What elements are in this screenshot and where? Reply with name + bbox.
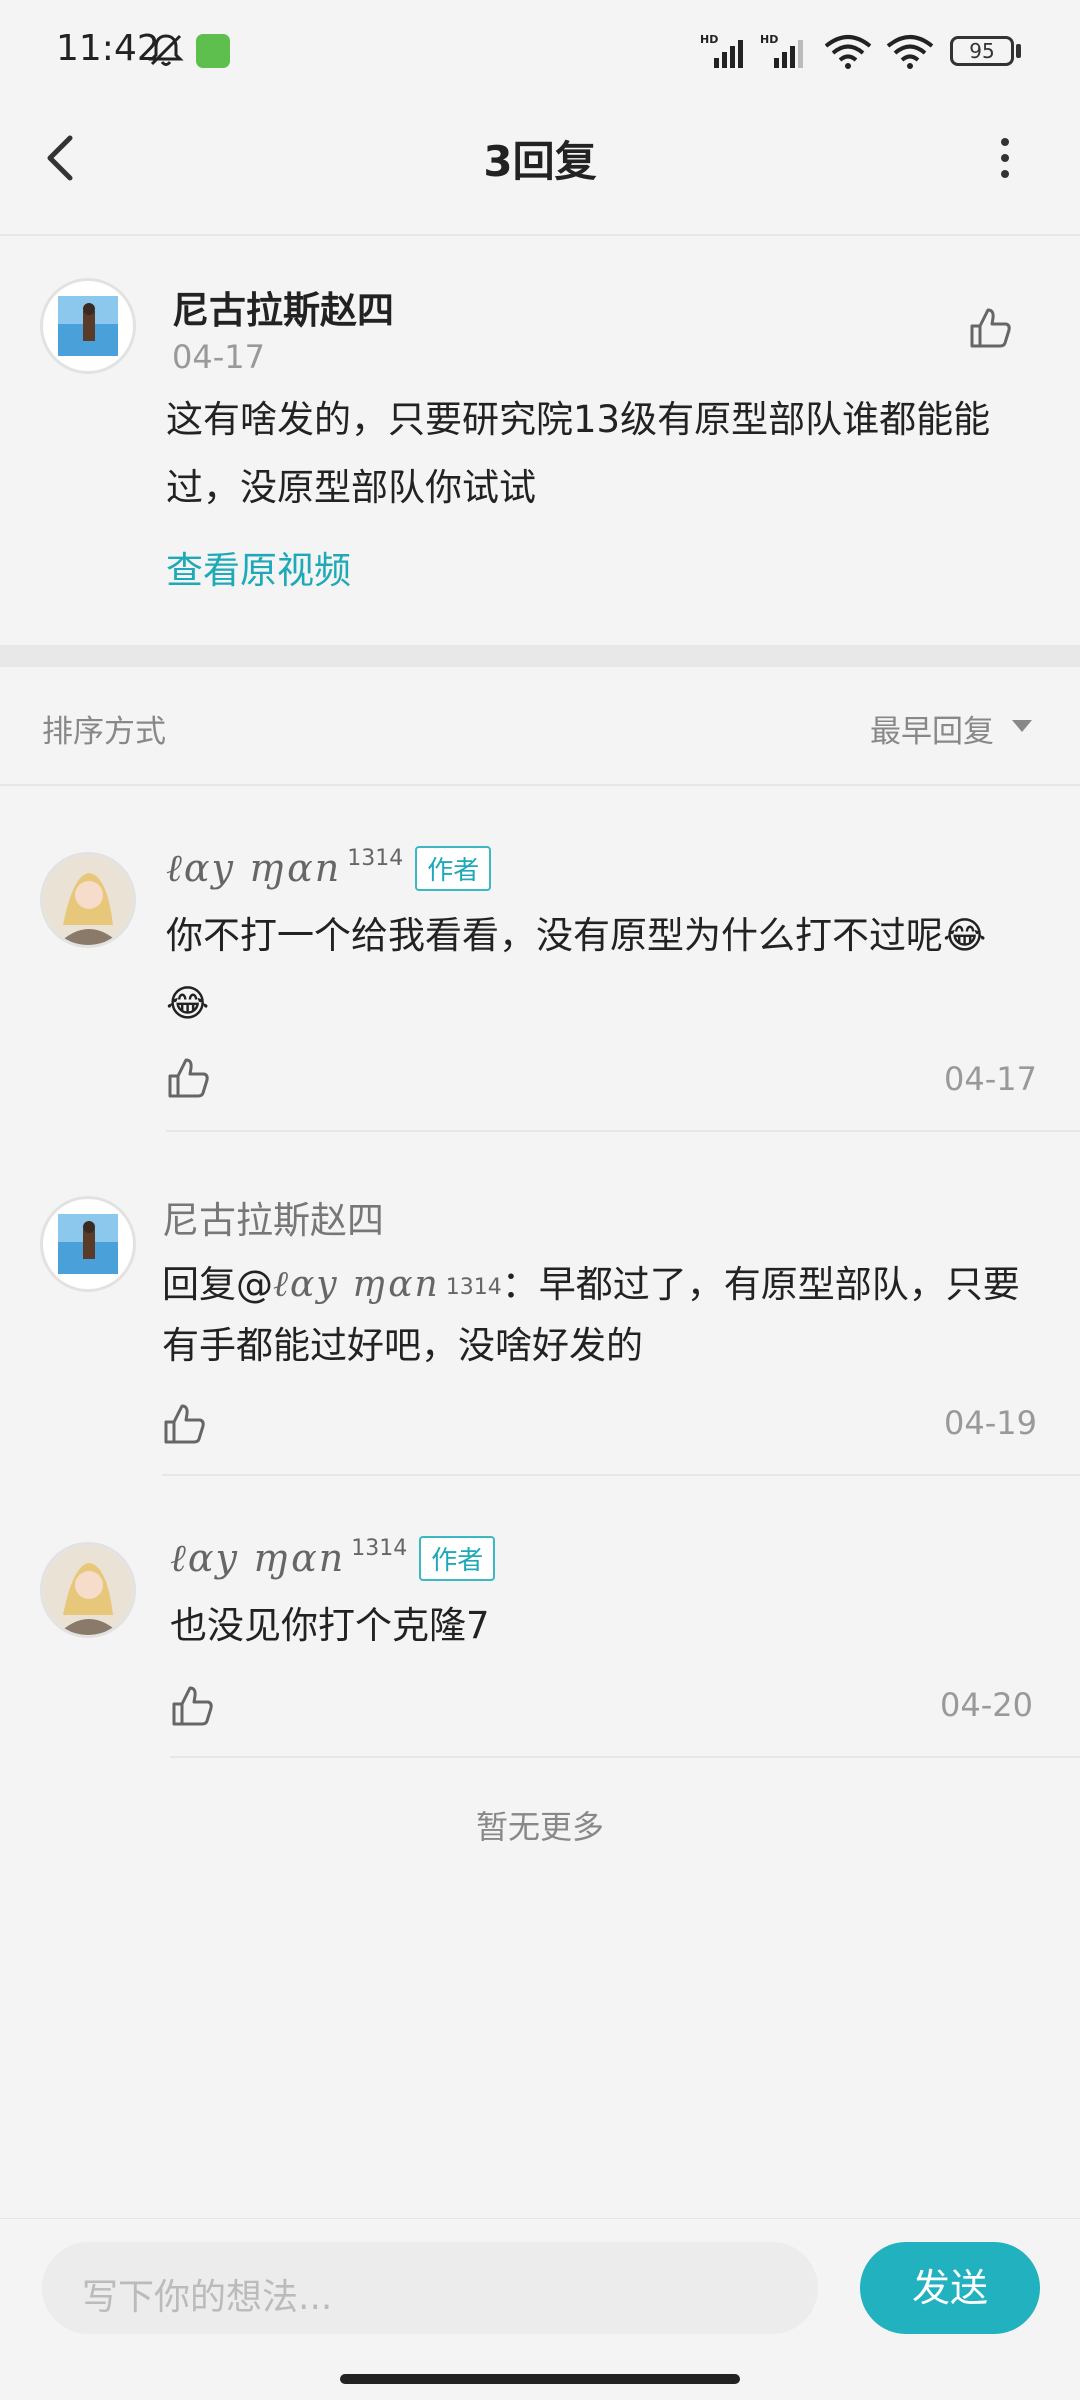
composer-divider [0,2218,1080,2219]
status-time: 11:42 [56,28,160,69]
battery-level: 95 [950,36,1014,66]
reply-suffix: ：早都过了，有原型部队，只要 [501,1263,1020,1306]
author-tag: 作者 [415,846,492,891]
sort-label: 排序方式 [42,714,166,750]
sort-divider [0,784,1080,786]
comment-date: 04-17 [172,338,265,376]
reply-author[interactable]: ℓαy ɱαn [166,846,341,891]
avatar[interactable] [40,278,136,374]
comment-text-line2: 过，没原型部队你试试 [166,466,536,509]
like-icon[interactable] [166,1056,210,1100]
app-notification-icon [196,34,230,68]
page-title: 3回复 [483,137,597,186]
reply-avatar[interactable] [40,1196,136,1292]
reply-prefix: 回复@ [162,1263,273,1306]
reply-author-sup: 1314 [351,1536,408,1561]
reply-date: 04-17 [944,1060,1037,1098]
like-icon[interactable] [170,1684,214,1728]
reply-date: 04-20 [940,1686,1033,1724]
comment-text-line1: 这有啥发的，只要研究院13级有原型部队谁都能能 [166,398,991,441]
no-more-text: 暂无更多 [475,1808,604,1846]
comment-input-placeholder: 写下你的想法... [82,2277,333,2318]
section-gap [0,645,1080,667]
battery-nub [1016,44,1021,58]
reply-avatar[interactable] [40,1542,136,1638]
reply-author-row: ℓαy ɱαn 1314 作者 [166,846,492,891]
reply-author-row: ℓαy ɱαn 1314 作者 [170,1536,496,1581]
signal-icon: HD [700,33,743,68]
header-divider [0,234,1080,236]
avatar-image [43,1545,133,1635]
wifi-icon-2 [886,35,934,69]
reply-divider [166,1130,1080,1132]
reply-text-line1: 也没见你打个克隆7 [170,1604,490,1647]
view-original-video-link[interactable]: 查看原视频 [166,540,351,594]
more-options-icon[interactable] [990,136,1020,180]
reply-divider [170,1756,1080,1758]
reply-text-line1: 回复@ ℓαy ɱαn 1314 ：早都过了，有原型部队，只要 [162,1248,1020,1322]
reply-text-line2: 😂 [166,982,210,1025]
signal-hd-label-2: HD [760,33,778,46]
comment-author[interactable]: 尼古拉斯赵四 [172,280,394,334]
mention-name[interactable]: ℓαy ɱαn [273,1251,440,1319]
signal-icon-2: HD [760,33,803,68]
author-tag: 作者 [419,1536,496,1581]
avatar-image [58,1214,118,1274]
bell-muted-icon [148,34,184,66]
reply-author[interactable]: ℓαy ɱαn [170,1536,345,1581]
sort-dropdown[interactable]: 最早回复 [870,706,994,751]
like-icon[interactable] [162,1402,206,1446]
home-indicator[interactable] [340,2374,740,2384]
reply-date: 04-19 [944,1404,1037,1442]
reply-text-line2: 有手都能过好吧，没啥好发的 [162,1324,643,1367]
chevron-down-icon[interactable] [1012,720,1032,732]
signal-hd-label: HD [700,33,718,46]
avatar-image [43,855,133,945]
reply-divider [162,1474,1080,1476]
send-button[interactable]: 发送 [860,2242,1040,2334]
reply-text-line1: 你不打一个给我看看，没有原型为什么打不过呢😂 [166,914,987,957]
wifi-icon [824,35,872,69]
reply-author-sup: 1314 [347,846,404,871]
reply-avatar[interactable] [40,852,136,948]
like-icon[interactable] [968,306,1012,350]
avatar-image [58,296,118,356]
reply-author[interactable]: 尼古拉斯赵四 [162,1190,384,1244]
